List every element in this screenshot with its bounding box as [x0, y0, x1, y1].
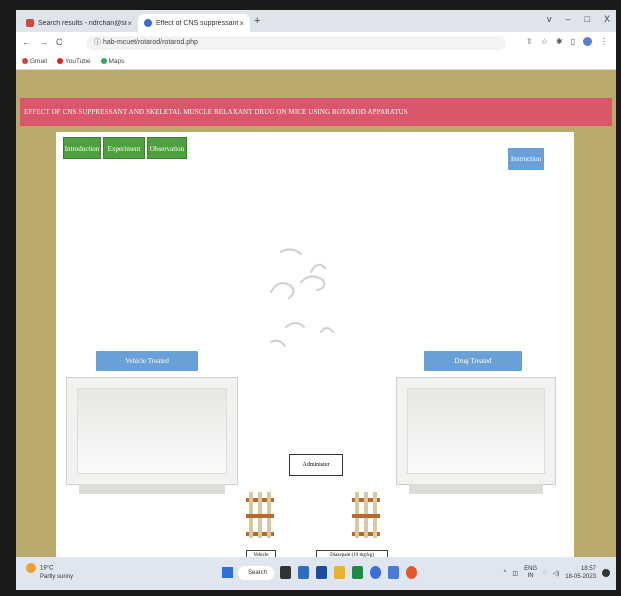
url-input[interactable]: ⓘ hab-mcuet/rotarod/rotarod.php — [86, 36, 506, 50]
vehicle-treated-label: Vehicle Treated — [96, 351, 198, 371]
minimize-button[interactable]: – — [566, 14, 571, 24]
star-icon[interactable]: ☆ — [541, 37, 548, 46]
drug-treated-label: Drug Treated — [424, 351, 522, 371]
close-icon[interactable]: × — [239, 19, 244, 28]
weather-temp: 19°C — [40, 565, 54, 572]
window-controls: v – □ X — [547, 14, 610, 24]
volume-icon[interactable]: ◁) — [553, 570, 560, 577]
weather-widget[interactable]: 19°C Partly sunny — [26, 563, 73, 581]
vehicle-syringe-rack[interactable] — [246, 492, 274, 538]
maximize-button[interactable]: □ — [585, 14, 590, 24]
time: 18:57 — [580, 566, 596, 572]
address-bar-row: ← → C ⓘ hab-mcuet/rotarod/rotarod.php ⇪ … — [16, 32, 616, 54]
introduction-button[interactable]: Introduction — [63, 137, 101, 159]
taskbar-search[interactable]: Search — [238, 566, 274, 580]
tab-search-results[interactable]: Search results - ndrchan@silveroa × — [20, 14, 138, 32]
tab-rotarod[interactable]: Effect of CNS suppressant and r × — [138, 14, 250, 32]
new-tab-button[interactable]: + — [254, 15, 260, 27]
clock[interactable]: 18:57 18-05-2023 — [565, 565, 596, 581]
bookmark-label: Maps — [108, 58, 125, 65]
maps-icon — [100, 58, 107, 65]
bookmark-label: Gmail — [30, 58, 47, 65]
page-title-banner: EFFECT OF CNS SUPPRESSANT AND SKELETAL M… — [20, 98, 612, 126]
back-icon[interactable]: ← — [22, 37, 31, 47]
observation-button[interactable]: Observation — [147, 137, 187, 159]
administer-button[interactable]: Administer — [289, 454, 343, 476]
sidebar-icon[interactable]: ▯ — [571, 37, 575, 46]
windows-start-icon[interactable] — [222, 567, 233, 578]
cage-floor — [407, 388, 545, 474]
cage-base — [409, 484, 543, 494]
reload-icon[interactable]: C — [56, 37, 63, 47]
edge-icon[interactable] — [352, 566, 363, 579]
menu-icon[interactable]: ⋮ — [600, 37, 608, 46]
nav-buttons: ← → C — [22, 37, 63, 47]
task-view-icon[interactable] — [280, 566, 291, 579]
system-tray: ^ ◫ ENG IN ◌ ◁) 18:57 18-05-2023 — [504, 565, 610, 581]
bookmark-maps[interactable]: Maps — [100, 58, 125, 65]
web-page: EFFECT OF CNS SUPPRESSANT AND SKELETAL M… — [16, 70, 616, 562]
taskbar: 19°C Partly sunny Search ^ ◫ ENG IN ◌ ◁) … — [16, 557, 616, 590]
forward-icon[interactable]: → — [39, 37, 48, 47]
notification-icon[interactable] — [602, 569, 610, 577]
info-icon: ⓘ — [94, 39, 103, 46]
close-icon[interactable]: × — [127, 19, 132, 28]
browser-tab-bar: Search results - ndrchan@silveroa × Effe… — [16, 10, 616, 32]
drug-syringe-rack[interactable] — [352, 492, 380, 538]
network-icon[interactable]: ◫ — [512, 570, 518, 577]
toolbar-icons: ⇪ ☆ ✱ ▯ ⋮ — [526, 37, 608, 46]
date: 18-05-2023 — [565, 574, 596, 580]
url-text: hab-mcuet/rotarod/rotarod.php — [102, 39, 198, 46]
cage-floor — [77, 388, 227, 474]
widgets-icon[interactable] — [298, 566, 309, 579]
teams-icon[interactable] — [316, 566, 327, 579]
app-icon[interactable] — [406, 566, 417, 579]
search-label: Search — [248, 570, 268, 576]
weather-desc: Partly sunny — [40, 574, 74, 580]
share-icon[interactable]: ⇪ — [526, 37, 533, 46]
gmail-icon — [26, 19, 34, 27]
lang-region: IN — [527, 573, 534, 579]
bookmarks-bar: Gmail YouTube Maps — [16, 54, 616, 70]
mice-sketch-image — [270, 248, 334, 347]
bookmark-gmail[interactable]: Gmail — [22, 58, 47, 65]
tab-label: Search results - ndrchan@silveroa — [37, 19, 127, 27]
screen: Search results - ndrchan@silveroa × Effe… — [16, 10, 616, 590]
simulation-panel: Introduction Experiment Observation Inst… — [56, 132, 574, 562]
file-explorer-icon[interactable] — [334, 566, 345, 579]
bookmark-label: YouTube — [64, 58, 91, 65]
bookmark-youtube[interactable]: YouTube — [56, 58, 91, 65]
extensions-icon[interactable]: ✱ — [556, 37, 563, 46]
store-icon[interactable] — [388, 566, 399, 579]
lang-code: ENG — [524, 566, 538, 572]
tab-label: Effect of CNS suppressant and r — [155, 19, 239, 27]
close-window-button[interactable]: X — [604, 14, 610, 24]
profile-icon[interactable] — [583, 37, 592, 46]
chevron-up-icon[interactable]: ^ — [504, 570, 507, 576]
cage-base — [79, 484, 225, 494]
taskbar-apps — [280, 566, 417, 579]
sun-icon — [26, 563, 36, 573]
youtube-icon — [56, 58, 63, 65]
vehicle-cage[interactable] — [66, 377, 238, 494]
tab-search-icon[interactable]: v — [547, 14, 552, 24]
wifi-icon[interactable]: ◌ — [543, 570, 547, 576]
gmail-icon — [22, 58, 28, 65]
language-indicator[interactable]: ENG IN — [524, 566, 537, 580]
experiment-button[interactable]: Experiment — [103, 137, 145, 159]
chrome-icon[interactable] — [370, 566, 381, 579]
drug-cage[interactable] — [396, 377, 556, 494]
globe-icon — [144, 19, 152, 27]
instruction-button[interactable]: Instruction — [508, 148, 544, 170]
